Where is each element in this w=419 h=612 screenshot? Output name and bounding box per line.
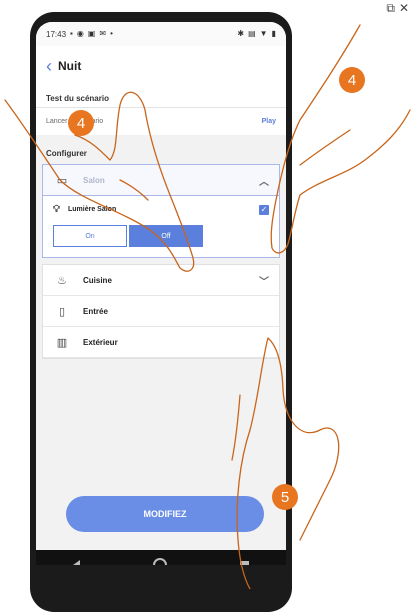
- step-badge-5: 5: [272, 484, 298, 510]
- step-badge-4-left: 4: [68, 110, 94, 136]
- hand-left: [4, 91, 195, 272]
- step-badge-4-right: 4: [339, 67, 365, 93]
- hand-right: [270, 24, 411, 254]
- hand-bottom: [231, 337, 340, 589]
